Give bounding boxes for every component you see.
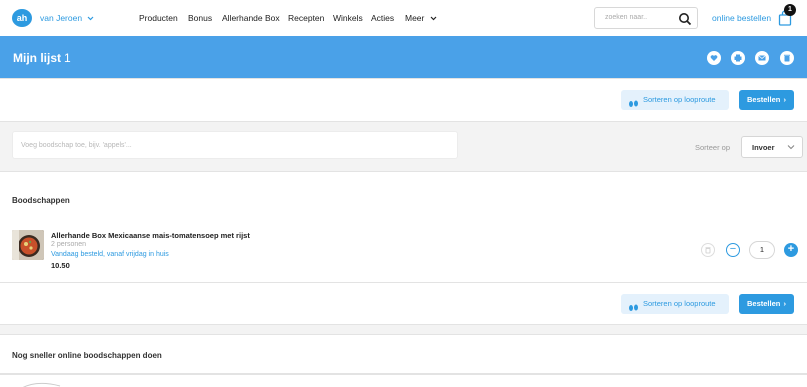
section-title: Boodschappen: [12, 196, 70, 205]
nav-meer-label: Meer: [405, 13, 425, 23]
delete-icon[interactable]: [780, 51, 794, 65]
order-label: Bestellen: [747, 95, 781, 104]
chevron-down-icon: [430, 13, 437, 23]
ah-logo[interactable]: ah: [12, 9, 32, 27]
sort-label: Sorteer op: [695, 143, 731, 152]
order-label: Bestellen: [747, 299, 781, 308]
product-image[interactable]: [12, 230, 44, 260]
search-placeholder: zoeken naar..: [605, 14, 648, 21]
nav-winkels[interactable]: Winkels: [333, 13, 363, 23]
chevron-right-icon: ›: [783, 95, 787, 104]
page-title: Mijn lijst 1: [13, 51, 71, 65]
nav-allerhande-box[interactable]: Allerhande Box: [222, 13, 280, 23]
footsteps-icon: [628, 300, 639, 320]
sort-route-button-bottom[interactable]: Sorteren op looproute: [621, 294, 729, 314]
quantity-field[interactable]: 1: [749, 241, 775, 259]
trash-icon[interactable]: [701, 243, 715, 257]
order-button[interactable]: Bestellen ›: [739, 90, 794, 110]
top-navigation: ah van Jeroen Producten Bonus Allerhande…: [0, 0, 807, 36]
top-actions-panel: Sorteren op looproute Bestellen ›: [0, 78, 807, 122]
mail-icon[interactable]: [755, 51, 769, 65]
list-item: [0, 217, 807, 283]
cart-count-badge: 1: [784, 4, 796, 16]
product-subtitle: 2 personen: [51, 241, 87, 248]
product-name[interactable]: Allerhande Box Mexicaanse mais-tomatenso…: [51, 231, 250, 240]
promo-content: [0, 374, 807, 387]
nav-recepten[interactable]: Recepten: [288, 13, 324, 23]
sort-route-label: Sorteren op looproute: [643, 299, 716, 308]
page-title-label: Mijn lijst: [13, 51, 61, 65]
print-icon[interactable]: [731, 51, 745, 65]
promo-title: Nog sneller online boodschappen doen: [12, 351, 162, 360]
promo-illustration: [22, 382, 61, 387]
list-header: Mijn lijst 1: [0, 36, 807, 78]
promo-section-header: Nog sneller online boodschappen doen: [0, 334, 807, 374]
nav-producten[interactable]: Producten: [139, 13, 178, 23]
nav-acties[interactable]: Acties: [371, 13, 394, 23]
nav-meer[interactable]: Meer: [405, 13, 437, 23]
sort-select[interactable]: Invoer: [741, 136, 803, 158]
list-count: 1: [64, 51, 71, 65]
sort-value: Invoer: [752, 143, 775, 152]
delivery-info: Vandaag besteld, vanaf vrijdag in huis: [51, 251, 169, 258]
product-price: 10.50: [51, 261, 70, 270]
nav-bonus[interactable]: Bonus: [188, 13, 212, 23]
groceries-section-header: Boodschappen: [0, 171, 807, 218]
heart-icon[interactable]: [707, 51, 721, 65]
add-item-input[interactable]: Voeg boodschap toe, bijv. 'appels'...: [12, 131, 458, 159]
search-icon[interactable]: [678, 12, 692, 26]
search-input[interactable]: zoeken naar..: [594, 7, 698, 29]
chevron-right-icon: ›: [783, 299, 787, 308]
chevron-down-icon: [787, 143, 795, 152]
chevron-down-icon: [87, 13, 94, 23]
increase-quantity-button[interactable]: +: [784, 243, 798, 257]
order-button-bottom[interactable]: Bestellen ›: [739, 294, 794, 314]
sort-route-label: Sorteren op looproute: [643, 95, 716, 104]
user-label: van Jeroen: [40, 13, 83, 23]
add-item-placeholder: Voeg boodschap toe, bijv. 'appels'...: [21, 142, 132, 149]
bottom-actions-panel: Sorteren op looproute Bestellen ›: [0, 282, 807, 325]
user-menu[interactable]: van Jeroen: [40, 13, 94, 23]
footsteps-icon: [628, 96, 639, 116]
online-bestellen-link[interactable]: online bestellen: [712, 13, 771, 23]
sort-route-button[interactable]: Sorteren op looproute: [621, 90, 729, 110]
decrease-quantity-button[interactable]: −: [726, 243, 740, 257]
